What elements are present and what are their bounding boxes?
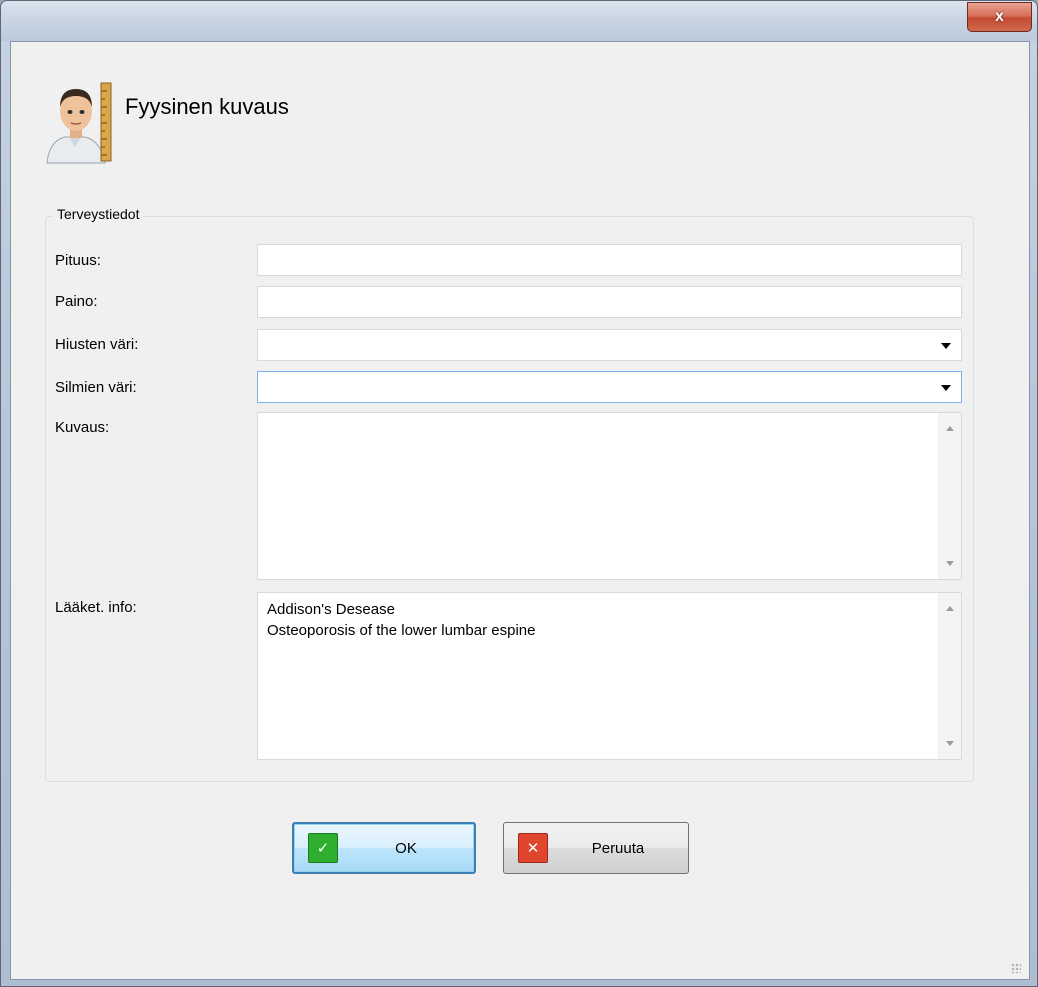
ok-button-label: OK [395, 839, 417, 857]
group-legend: Terveystiedot [53, 206, 144, 222]
silmien-vari-label: Silmien väri: [55, 379, 137, 396]
silmien-vari-dropdown[interactable] [257, 371, 962, 403]
laaket-info-label: Lääket. info: [55, 599, 137, 616]
scroll-up-icon[interactable] [946, 606, 954, 611]
dialog-window: x Fyysinen kuvaus Terveystiedot Pituus: … [0, 0, 1038, 987]
laaket-info-text: Addison's Desease Osteoporosis of the lo… [267, 601, 536, 639]
cross-icon: ✕ [518, 833, 548, 863]
paino-input[interactable] [257, 286, 962, 318]
scroll-up-icon[interactable] [946, 426, 954, 431]
checkmark-icon: ✓ [308, 833, 338, 863]
close-button[interactable]: x [967, 2, 1032, 32]
person-with-ruler-icon [46, 82, 112, 164]
scroll-down-icon[interactable] [946, 561, 954, 566]
laaket-info-textarea[interactable]: Addison's Desease Osteoporosis of the lo… [257, 592, 962, 760]
resize-grip-icon[interactable] [1011, 963, 1021, 973]
scroll-down-icon[interactable] [946, 741, 954, 746]
cancel-button[interactable]: ✕ Peruuta [503, 822, 689, 874]
cancel-button-label: Peruuta [591, 839, 645, 857]
close-icon: x [995, 8, 1004, 25]
ok-button[interactable]: ✓ OK [292, 822, 476, 874]
hiusten-vari-dropdown[interactable] [257, 329, 962, 361]
kuvaus-scrollbar[interactable] [938, 413, 961, 579]
dialog-title: Fyysinen kuvaus [125, 94, 289, 119]
kuvaus-label: Kuvaus: [55, 419, 110, 436]
hiusten-vari-label: Hiusten väri: [55, 336, 139, 353]
chevron-down-icon[interactable] [941, 343, 951, 349]
laaket-info-scrollbar[interactable] [938, 593, 961, 759]
kuvaus-textarea[interactable] [257, 412, 962, 580]
pituus-input[interactable] [257, 244, 962, 276]
pituus-label: Pituus: [55, 252, 101, 269]
dialog-client-area: Fyysinen kuvaus Terveystiedot Pituus: Pa… [10, 41, 1030, 980]
paino-label: Paino: [55, 293, 98, 310]
chevron-down-icon[interactable] [941, 385, 951, 391]
title-bar[interactable]: x [1, 1, 1037, 41]
